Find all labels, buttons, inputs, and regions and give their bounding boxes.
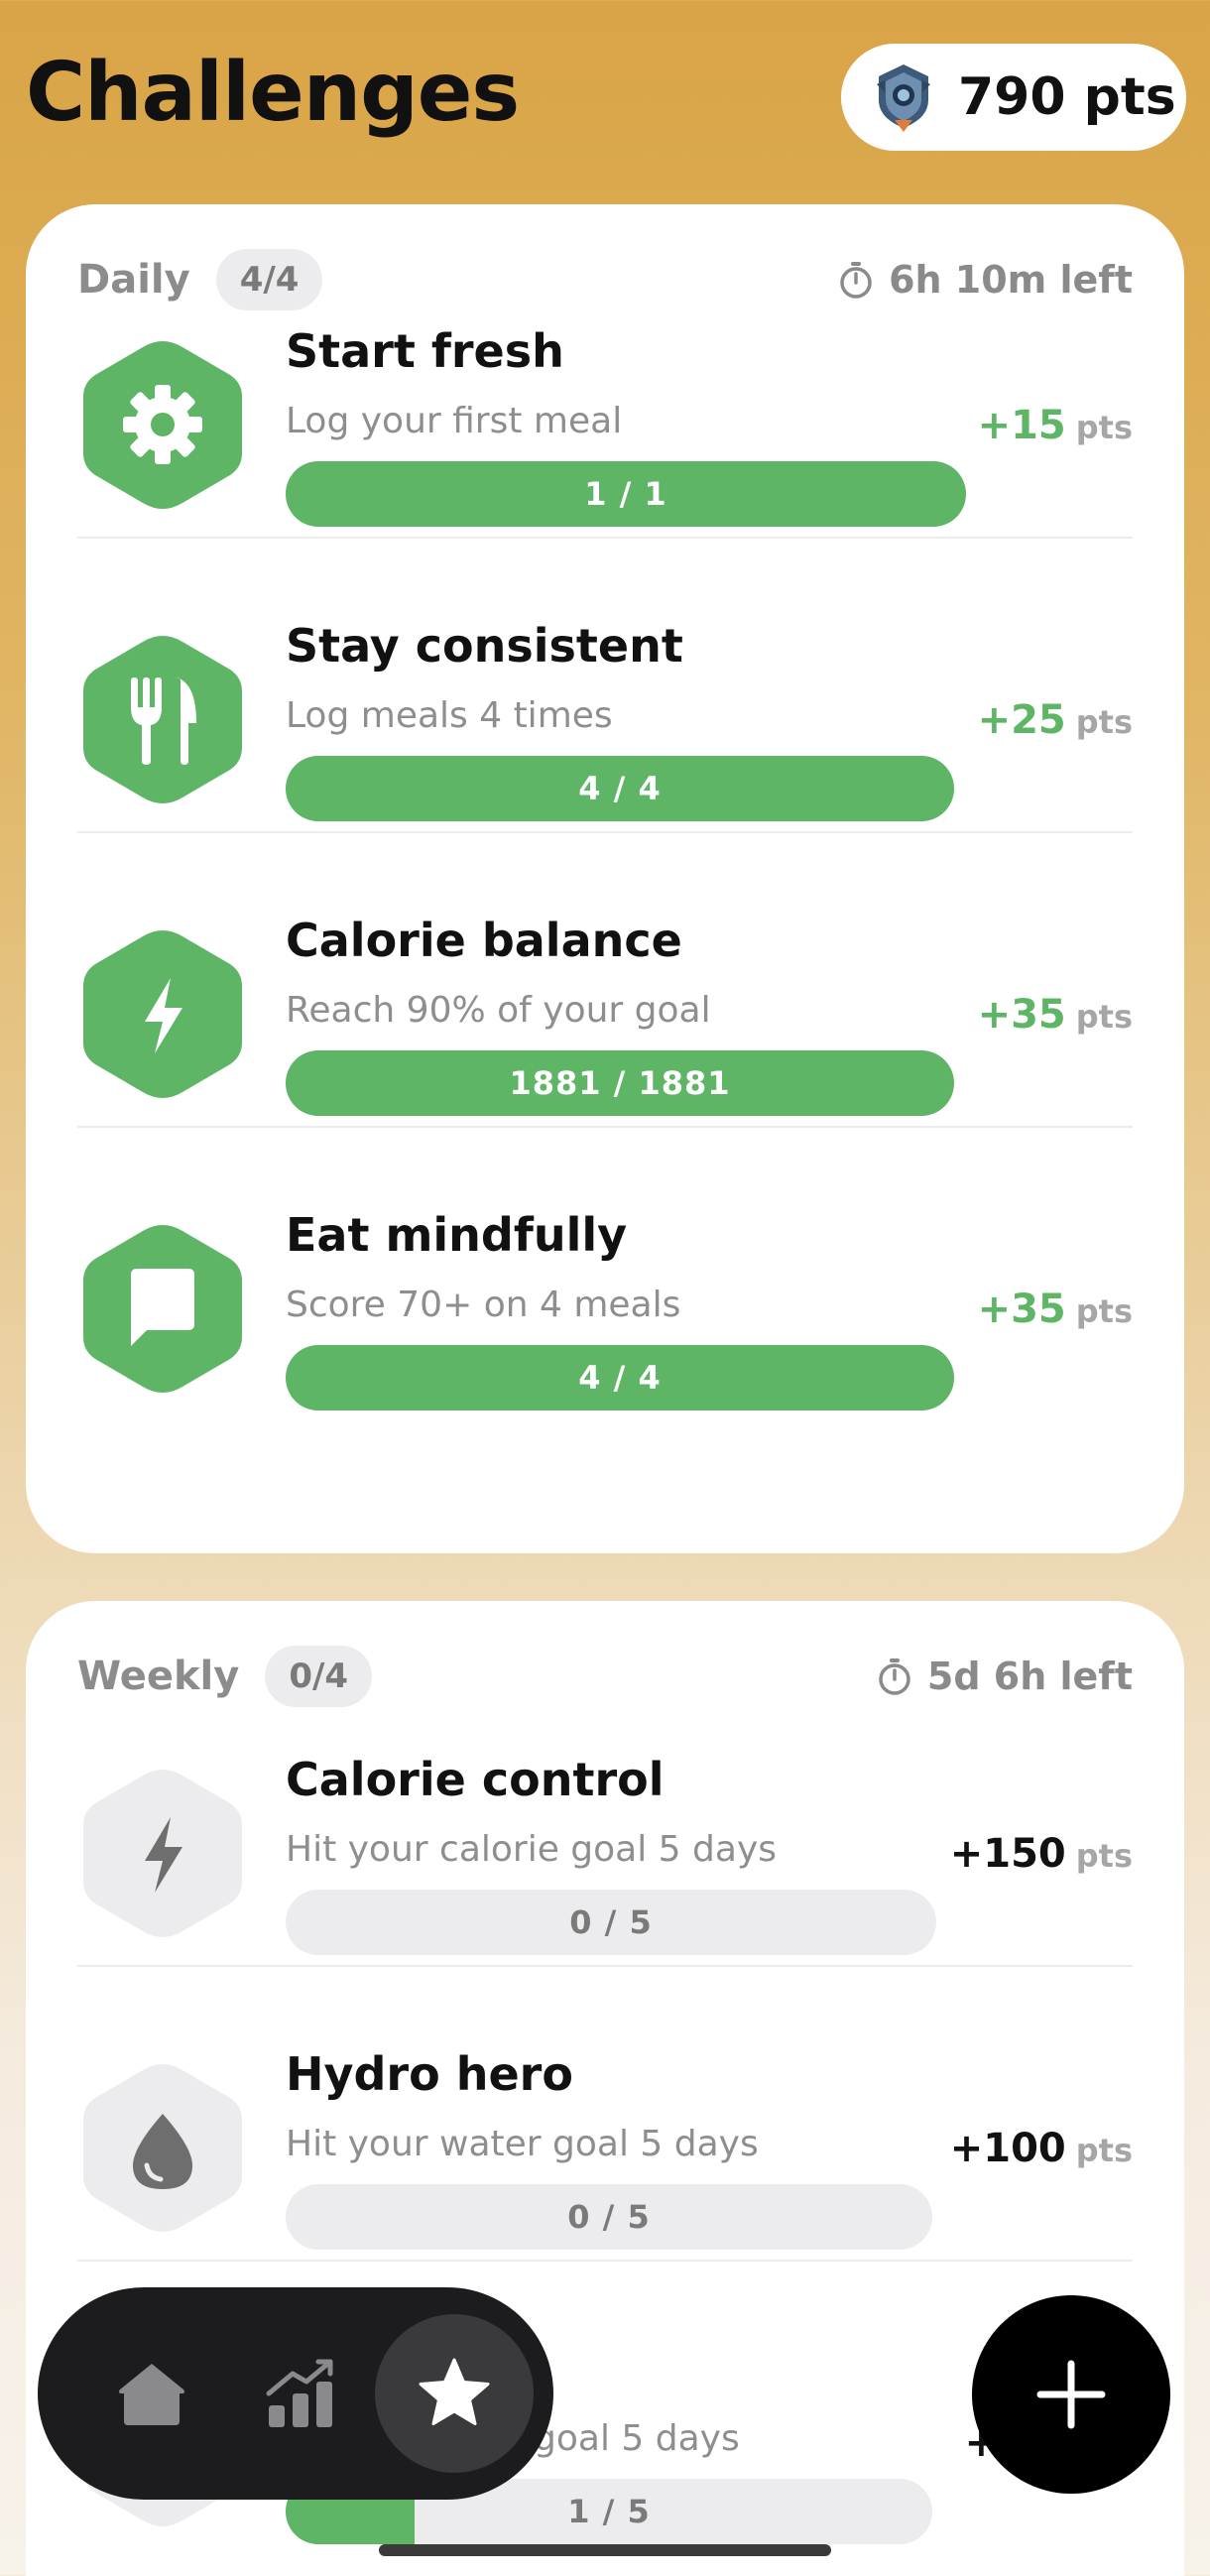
utensils-icon [83, 636, 242, 803]
nav-home-button[interactable] [72, 2314, 231, 2473]
challenge-row[interactable]: Eat mindfully Score 70+ on 4 meals 4 / 4… [26, 1128, 1184, 1422]
progress-bar: 4 / 4 [286, 756, 954, 821]
reward-value: +35 [977, 992, 1066, 1038]
challenge-subtitle: Score 70+ on 4 meals [286, 1285, 681, 1325]
progress-label: 1881 / 1881 [509, 1064, 731, 1102]
challenge-row[interactable]: Calorie control Hit your calorie goal 5 … [26, 1672, 1184, 1967]
progress-bar: 0 / 5 [286, 1890, 936, 1955]
reward: +15 pts [978, 403, 1133, 448]
reward-unit: pts [1075, 703, 1133, 741]
progress-bar: 1 / 1 [286, 461, 966, 527]
reward: +35 pts [978, 1287, 1133, 1332]
bottom-nav [38, 2287, 553, 2500]
challenge-title: Calorie balance [286, 914, 682, 967]
progress-bar: 0 / 5 [286, 2184, 932, 2250]
home-indicator [379, 2544, 831, 2556]
progress-bar: 4 / 4 [286, 1345, 954, 1411]
progress-label: 0 / 5 [569, 1903, 653, 1941]
progress-label: 0 / 5 [567, 2198, 651, 2236]
nav-challenges-button[interactable] [375, 2314, 534, 2473]
challenge-title: Start fresh [286, 324, 564, 378]
challenge-subtitle: Log meals 4 times [286, 695, 613, 736]
reward-unit: pts [1075, 998, 1133, 1036]
reward-value: +15 [977, 403, 1066, 448]
gear-icon [83, 341, 242, 509]
challenge-row[interactable]: Stay consistent Log meals 4 times 4 / 4 … [26, 539, 1184, 833]
reward-unit: pts [1075, 2132, 1133, 2169]
home-icon [119, 2364, 184, 2425]
chat-bubble-icon [83, 1225, 242, 1393]
challenge-subtitle: goal 5 days [534, 2418, 740, 2459]
water-drop-icon [83, 2064, 242, 2232]
challenge-row[interactable]: Hydro hero Hit your water goal 5 days 0 … [26, 1967, 1184, 2262]
challenge-subtitle: Hit your water goal 5 days [286, 2124, 759, 2164]
challenge-row[interactable]: Start fresh Log your first meal 1 / 1 +1… [26, 244, 1184, 539]
points-total: 790 pts [958, 67, 1176, 127]
reward-unit: pts [1075, 1292, 1133, 1330]
reward-value: +35 [977, 1287, 1066, 1332]
add-button[interactable] [972, 2295, 1170, 2494]
rank-badge-icon [877, 64, 930, 132]
reward-value: +25 [977, 697, 1066, 743]
progress-label: 4 / 4 [578, 1359, 662, 1397]
lightning-icon [83, 930, 242, 1098]
challenge-subtitle: Log your first meal [286, 401, 623, 441]
nav-stats-button[interactable] [221, 2314, 380, 2473]
page-title: Challenges [26, 46, 520, 140]
challenge-subtitle: Hit your calorie goal 5 days [286, 1829, 777, 1870]
reward-unit: pts [1075, 409, 1133, 446]
reward: +100 pts [950, 2126, 1133, 2171]
daily-challenges-card: Daily 4/4 6h 10m left Start fresh Log yo… [26, 204, 1184, 1553]
plus-icon [1036, 2360, 1106, 2429]
header: Challenges 790 pts [0, 0, 1210, 198]
points-pill[interactable]: 790 pts [841, 44, 1186, 151]
star-icon [419, 2358, 490, 2425]
reward-value: +100 [949, 2126, 1066, 2171]
lightning-icon [83, 1770, 242, 1937]
progress-label: 4 / 4 [578, 770, 662, 807]
reward-unit: pts [1075, 1837, 1133, 1875]
challenge-row[interactable]: Calorie balance Reach 90% of your goal 1… [26, 833, 1184, 1128]
challenge-title: Calorie control [286, 1753, 665, 1806]
challenge-subtitle: Reach 90% of your goal [286, 990, 711, 1031]
challenge-title: Hydro hero [286, 2047, 573, 2101]
reward: +25 pts [978, 697, 1133, 743]
reward: +150 pts [950, 1831, 1133, 1877]
progress-label: 1 / 1 [584, 475, 667, 513]
reward: +35 pts [978, 992, 1133, 1038]
challenge-title: Stay consistent [286, 619, 683, 673]
reward-value: +150 [949, 1831, 1066, 1877]
progress-bar: 1881 / 1881 [286, 1050, 954, 1116]
challenge-title: Eat mindfully [286, 1208, 628, 1262]
stats-icon [266, 2359, 333, 2427]
